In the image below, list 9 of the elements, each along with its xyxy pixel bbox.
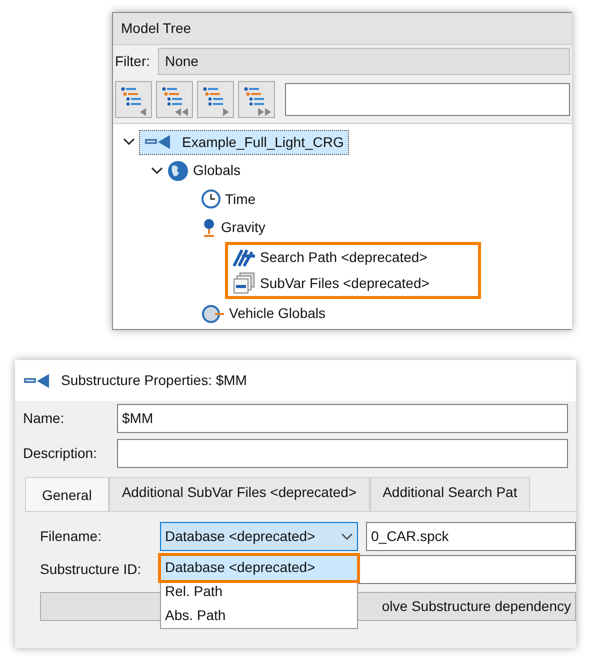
field-label: Substructure ID: — [40, 560, 142, 579]
tree-item-label: Example_Full_Light_CRG — [182, 132, 344, 152]
panel-title: Model Tree — [113, 13, 572, 45]
field-label: Filename: — [40, 527, 102, 546]
dropdown-value: Database <deprecated> — [165, 527, 316, 546]
dialog-title: Substructure Properties: $MM — [61, 371, 247, 390]
field-label: Name: — [23, 409, 66, 428]
filter-label: Filter: — [115, 52, 150, 71]
field-label: Description: — [23, 444, 98, 463]
